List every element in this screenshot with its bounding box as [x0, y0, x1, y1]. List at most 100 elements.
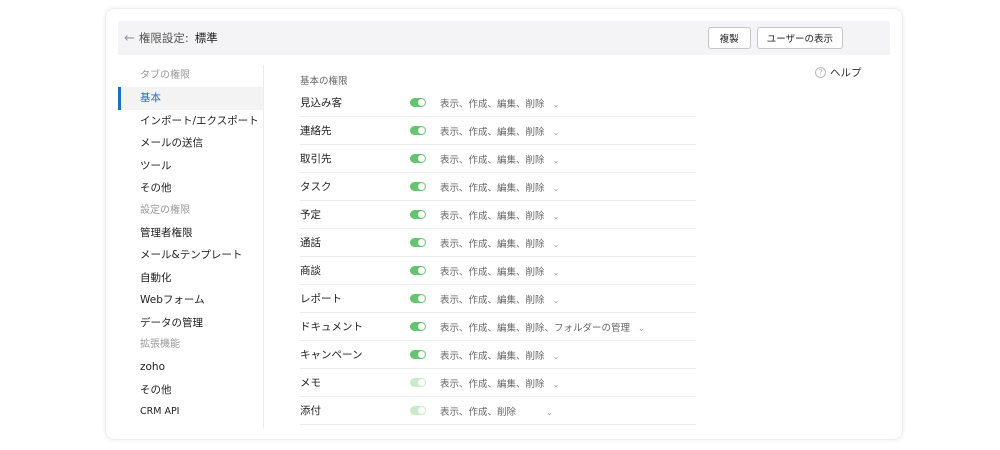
chevron-down-icon: ⌄	[552, 127, 560, 137]
chevron-down-icon: ⌄	[552, 379, 560, 389]
permissions-panel: 基本の権限 ? ヘルプ 見込み客 表示、作成、編集、削除 ⌄ 連絡先 表示、作成、…	[296, 65, 896, 429]
module-toggle[interactable]	[410, 98, 426, 107]
permission-dropdown[interactable]: 表示、作成、削除 ⌄	[440, 404, 553, 418]
permission-row: 予定 表示、作成、編集、削除 ⌄	[300, 201, 696, 229]
permission-dropdown[interactable]: 表示、作成、編集、削除 ⌄	[440, 264, 559, 278]
module-label: メモ	[300, 377, 321, 389]
sidebar-item-data-management[interactable]: データの管理	[118, 312, 263, 335]
permission-text: 表示、作成、編集、削除	[440, 182, 545, 194]
question-icon: ?	[815, 67, 826, 78]
module-toggle[interactable]	[410, 182, 426, 191]
module-toggle[interactable]	[410, 350, 426, 359]
permission-dropdown[interactable]: 表示、作成、編集、削除 ⌄	[440, 180, 559, 194]
permission-dropdown[interactable]: 表示、作成、編集、削除 ⌄	[440, 96, 559, 110]
permission-dropdown[interactable]: 表示、作成、編集、削除 ⌄	[440, 236, 559, 250]
module-label: 取引先	[300, 153, 332, 165]
module-toggle[interactable]	[410, 210, 426, 219]
permission-dropdown[interactable]: 表示、作成、編集、削除 ⌄	[440, 376, 559, 390]
sidebar-group-extensions: 拡張機能	[140, 339, 180, 350]
module-toggle[interactable]	[410, 238, 426, 247]
page-header: ← 権限設定: 標準 複製 ユーザーの表示	[118, 21, 890, 55]
chevron-down-icon: ⌄	[552, 99, 560, 109]
permission-row: レポート 表示、作成、編集、削除 ⌄	[300, 285, 696, 313]
sidebar-item-webforms[interactable]: Webフォーム	[118, 289, 263, 312]
module-label: 予定	[300, 209, 321, 221]
permission-text: 表示、作成、編集、削除	[440, 154, 545, 166]
sidebar-item-basic[interactable]: 基本	[118, 87, 263, 110]
permission-text: 表示、作成、編集、削除、フォルダーの管理	[440, 322, 631, 334]
module-toggle[interactable]	[410, 294, 426, 303]
sidebar-item-import-export[interactable]: インポート/エクスポート	[118, 110, 263, 133]
chevron-down-icon: ⌄	[552, 155, 560, 165]
permission-settings-card: ← 権限設定: 標準 複製 ユーザーの表示 タブの権限 基本 インポート/エクス…	[106, 9, 902, 439]
profile-name: 標準	[194, 31, 218, 45]
chevron-down-icon: ⌄	[638, 323, 645, 333]
show-users-button[interactable]: ユーザーの表示	[756, 27, 843, 49]
sidebar-item-tools[interactable]: ツール	[118, 155, 263, 178]
arrow-left-icon[interactable]: ←	[124, 31, 135, 46]
permission-dropdown[interactable]: 表示、作成、編集、削除、フォルダーの管理 ⌄	[440, 320, 645, 334]
module-label: 通話	[300, 237, 321, 249]
permission-row: キャンペーン 表示、作成、編集、削除 ⌄	[300, 341, 696, 369]
sidebar-item-automation[interactable]: 自動化	[118, 267, 263, 290]
module-label: 添付	[300, 405, 321, 417]
sidebar-item-ext-other[interactable]: その他	[118, 379, 263, 402]
sidebar-item-crm-api[interactable]: CRM API	[118, 401, 263, 424]
permission-text: 表示、作成、編集、削除	[440, 266, 545, 278]
permission-dropdown[interactable]: 表示、作成、編集、削除 ⌄	[440, 124, 559, 138]
chevron-down-icon: ⌄	[552, 239, 560, 249]
permission-row: ドキュメント 表示、作成、編集、削除、フォルダーの管理 ⌄	[300, 313, 696, 341]
permission-dropdown[interactable]: 表示、作成、編集、削除 ⌄	[440, 208, 559, 222]
permission-text: 表示、作成、編集、削除	[440, 294, 545, 306]
permission-text: 表示、作成、編集、削除	[440, 238, 545, 250]
permission-row: 見込み客 表示、作成、編集、削除 ⌄	[300, 89, 696, 117]
permission-row: 取引先 表示、作成、編集、削除 ⌄	[300, 145, 696, 173]
module-toggle[interactable]	[410, 126, 426, 135]
module-label: 商談	[300, 265, 321, 277]
sidebar-item-admin[interactable]: 管理者権限	[118, 222, 263, 245]
permission-dropdown[interactable]: 表示、作成、編集、削除 ⌄	[440, 152, 559, 166]
sidebar-item-send-mail[interactable]: メールの送信	[118, 132, 263, 155]
module-label: レポート	[300, 293, 342, 305]
module-toggle[interactable]	[410, 266, 426, 275]
header-buttons: 複製 ユーザーの表示	[707, 27, 843, 49]
permission-text: 表示、作成、編集、削除	[440, 350, 545, 362]
help-link[interactable]: ? ヘルプ	[815, 65, 862, 80]
permission-row: 添付 表示、作成、削除 ⌄	[300, 397, 696, 425]
chevron-down-icon: ⌄	[552, 211, 560, 221]
module-toggle[interactable]	[410, 322, 426, 331]
permission-dropdown[interactable]: 表示、作成、編集、削除 ⌄	[440, 292, 559, 306]
permission-text: 表示、作成、削除	[440, 406, 517, 418]
permission-row: 通話 表示、作成、編集、削除 ⌄	[300, 229, 696, 257]
sidebar: タブの権限 基本 インポート/エクスポート メールの送信 ツール その他 設定の…	[118, 65, 264, 429]
sidebar-item-other[interactable]: その他	[118, 177, 263, 200]
help-label: ヘルプ	[830, 67, 862, 79]
permission-text: 表示、作成、編集、削除	[440, 126, 545, 138]
permission-row: 商談 表示、作成、編集、削除 ⌄	[300, 257, 696, 285]
chevron-down-icon: ⌄	[552, 351, 560, 361]
permission-text: 表示、作成、編集、削除	[440, 98, 545, 110]
permission-row: タスク 表示、作成、編集、削除 ⌄	[300, 173, 696, 201]
section-title: 基本の権限	[300, 76, 348, 87]
module-label: 見込み客	[300, 97, 342, 109]
module-toggle[interactable]	[410, 378, 426, 387]
chevron-down-icon: ⌄	[552, 183, 560, 193]
module-label: 連絡先	[300, 125, 332, 137]
sidebar-group-settings: 設定の権限	[140, 204, 190, 216]
sidebar-item-mail-templates[interactable]: メール&テンプレート	[118, 244, 263, 267]
copy-button[interactable]: 複製	[707, 27, 751, 49]
permission-row: メモ 表示、作成、編集、削除 ⌄	[300, 369, 696, 397]
chevron-down-icon: ⌄	[546, 407, 553, 417]
permission-dropdown[interactable]: 表示、作成、編集、削除 ⌄	[440, 348, 559, 362]
header-label: 権限設定:	[138, 31, 189, 45]
chevron-down-icon: ⌄	[552, 295, 560, 305]
permission-row: 連絡先 表示、作成、編集、削除 ⌄	[300, 117, 696, 145]
module-toggle[interactable]	[410, 406, 426, 415]
sidebar-item-zoho[interactable]: zoho	[118, 356, 263, 379]
module-label: ドキュメント	[300, 321, 363, 333]
permission-text: 表示、作成、編集、削除	[440, 210, 545, 222]
module-label: タスク	[300, 181, 332, 193]
module-label: キャンペーン	[300, 349, 363, 361]
module-toggle[interactable]	[410, 154, 426, 163]
chevron-down-icon: ⌄	[552, 267, 560, 277]
